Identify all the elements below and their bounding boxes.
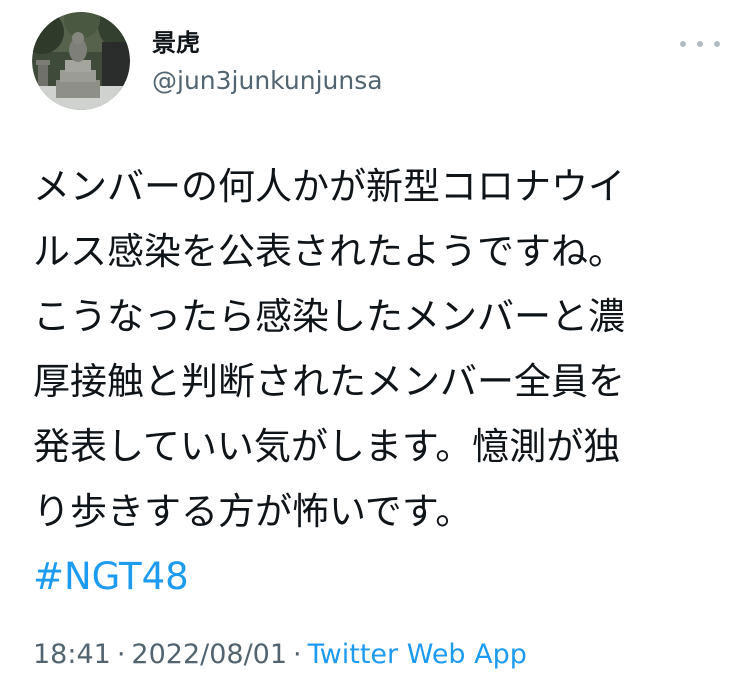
tweet-card: 景虎 @jun3junkunjunsa メンバーの何人かが新型コロナウイ ルス感… bbox=[0, 0, 750, 685]
author-name[interactable]: 景虎 bbox=[152, 28, 200, 58]
avatar[interactable] bbox=[32, 12, 130, 110]
tweet-date[interactable]: 2022/08/01 bbox=[131, 639, 287, 670]
tweet-text-line: こうなったら感染したメンバーと濃 bbox=[33, 295, 625, 338]
meta-separator: · bbox=[116, 639, 126, 670]
tweet-text-line: 発表していい気がします。憶測が独 bbox=[33, 425, 621, 468]
meta-separator: · bbox=[293, 639, 302, 670]
tweet-time[interactable]: 18:41 bbox=[33, 639, 111, 670]
tweet-text-line: り歩きする方が怖いです。 bbox=[33, 490, 473, 533]
more-options-button[interactable] bbox=[680, 34, 720, 54]
hashtag-link[interactable]: #NGT48 bbox=[33, 544, 723, 609]
author-handle[interactable]: @jun3junkunjunsa bbox=[152, 66, 383, 96]
tweet-text: メンバーの何人かが新型コロナウイ ルス感染を公表されたようですね。 こうなったら… bbox=[33, 154, 723, 609]
tweet-text-line: ルス感染を公表されたようですね。 bbox=[33, 230, 625, 273]
more-horizontal-icon bbox=[714, 41, 720, 47]
tweet-source-link[interactable]: Twitter Web App bbox=[308, 639, 527, 670]
more-horizontal-icon bbox=[697, 41, 703, 47]
tweet-meta: 18:41 · 2022/08/01 · Twitter Web App bbox=[33, 638, 527, 672]
more-horizontal-icon bbox=[680, 41, 686, 47]
tweet-text-line: メンバーの何人かが新型コロナウイ bbox=[33, 165, 625, 208]
avatar-photo bbox=[32, 12, 130, 110]
tweet-text-line: 厚接触と判断されたメンバー全員を bbox=[33, 360, 625, 403]
